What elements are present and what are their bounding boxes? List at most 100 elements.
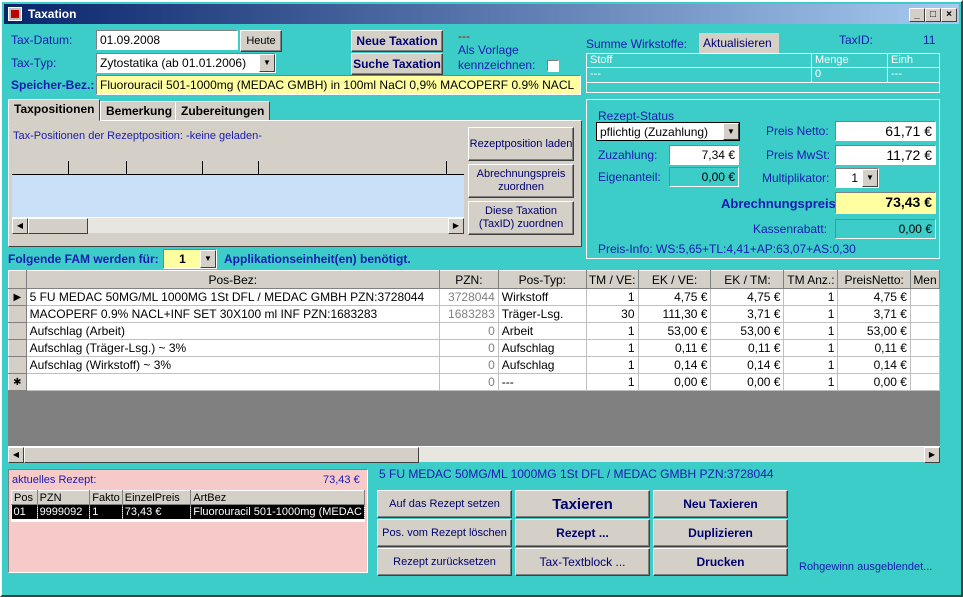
grid-cell[interactable]: 0,14 € (638, 356, 712, 374)
grid-cell[interactable]: 0,00 € (710, 373, 785, 391)
neue-taxation-button[interactable]: Neue Taxation (351, 30, 443, 52)
aktualisieren-button[interactable]: Aktualisieren (699, 33, 779, 53)
rez-col-pzn[interactable]: PZN (36, 490, 91, 505)
heute-button[interactable]: Heute (240, 30, 282, 52)
grid-cell[interactable]: 1 (586, 356, 639, 374)
tax-typ-select[interactable]: Zytostatika (ab 01.01.2006) ▼ (96, 53, 276, 73)
multiplikator-select[interactable]: 1 ▼ (835, 168, 879, 188)
grid-cell[interactable]: Träger-Lsg. (498, 305, 587, 323)
close-button[interactable]: × (941, 8, 957, 22)
table-row[interactable]: ✱ 0 --- 1 0,00 €0,00 €1 0,00 € (8, 373, 940, 391)
col-menge[interactable]: Men (909, 270, 940, 289)
scroll-right-icon[interactable]: ▶ (448, 218, 464, 234)
row-selector[interactable] (8, 356, 27, 374)
fam-select[interactable]: 1 ▼ (163, 249, 217, 269)
col-tm-ve[interactable]: TM / VE: (585, 270, 639, 289)
grid-cell[interactable] (910, 322, 940, 340)
grid-cell[interactable]: 53,00 € (837, 322, 911, 340)
maximize-button[interactable]: □ (925, 8, 941, 22)
grid-cell[interactable]: 0,11 € (837, 339, 911, 357)
col-pos-typ[interactable]: Pos-Typ: (497, 270, 587, 289)
grid-cell[interactable]: 111,30 € (638, 305, 712, 323)
chevron-down-icon[interactable]: ▼ (200, 250, 216, 268)
table-row[interactable]: Aufschlag (Arbeit) 0 Arbeit 1 53,00 €53,00 €… (8, 322, 940, 340)
tab-bemerkung[interactable]: Bemerkung (100, 101, 179, 121)
rezept-status-select[interactable]: pflichtig (Zuzahlung) ▼ (596, 122, 740, 141)
minimize-button[interactable]: _ (909, 8, 925, 22)
grid-cell[interactable] (910, 373, 940, 391)
table-row[interactable]: Aufschlag (Wirkstoff) ~ 3% 0 Aufschlag 1 0,1… (8, 356, 940, 374)
tax-datum-input[interactable]: 01.09.2008 (96, 30, 238, 50)
grid-cell[interactable] (26, 373, 441, 391)
grid-cell[interactable]: 0,00 € (638, 373, 712, 391)
taxpositionen-grid[interactable]: Pos-Bez: PZN: Pos-Typ: TM / VE: EK / VE:… (8, 270, 940, 448)
grid-cell[interactable]: 0,11 € (710, 339, 785, 357)
row-selector[interactable] (8, 339, 27, 357)
col-tm-anz[interactable]: TM Anz.: (783, 270, 839, 289)
scroll-thumb[interactable] (28, 218, 88, 234)
abrechnungspreis-zuordnen-button[interactable]: Abrechnungspreis zuordnen (468, 164, 574, 198)
grid-cell[interactable]: 1 (586, 339, 639, 357)
chevron-down-icon[interactable]: ▼ (259, 54, 275, 72)
zuzahlung-field[interactable]: 7,34 € (669, 145, 739, 165)
grid-cell[interactable]: 1 (586, 288, 639, 306)
grid-cell[interactable]: 1 (586, 322, 639, 340)
table-row[interactable]: ▶ 5 FU MEDAC 50MG/ML 1000MG 1St DFL / MED… (8, 288, 940, 306)
grid-cell[interactable] (910, 305, 940, 323)
col-pzn[interactable]: PZN: (439, 270, 499, 289)
taxid-zuordnen-button[interactable]: Diese Taxation (TaxID) zuordnen (468, 201, 574, 235)
drucken-button[interactable]: Drucken (653, 548, 788, 576)
vorlage-checkbox[interactable] (547, 60, 559, 72)
row-selector[interactable]: ✱ (8, 373, 27, 391)
grid-cell[interactable]: Wirkstoff (498, 288, 587, 306)
grid-cell[interactable]: MACOPERF 0.9% NACL+INF SET 30X100 ml INF… (26, 305, 441, 323)
grid-cell[interactable]: 1 (783, 288, 839, 306)
rezept-row[interactable]: 01 9999092 1 73,43 € Fluorouracil 501-10… (11, 504, 365, 519)
neu-taxieren-button[interactable]: Neu Taxieren (653, 490, 788, 518)
grid-cell[interactable]: 1683283 (439, 305, 499, 323)
grid-cell[interactable]: 4,75 € (837, 288, 911, 306)
grid-cell[interactable]: 1 (783, 356, 839, 374)
rez-col-artbez[interactable]: ArtBez (190, 490, 365, 505)
taxieren-button[interactable]: Taxieren (515, 490, 650, 518)
scroll-left-icon[interactable]: ◀ (8, 447, 24, 463)
auf-rezept-setzen-button[interactable]: Auf das Rezept setzen (377, 490, 512, 518)
grid-cell[interactable]: Aufschlag (Wirkstoff) ~ 3% (26, 356, 441, 374)
grid-cell[interactable]: Aufschlag (498, 356, 587, 374)
grid-cell[interactable]: 1 (783, 339, 839, 357)
col-ek-ve[interactable]: EK / VE: (637, 270, 712, 289)
rez-col-fakto[interactable]: Fakto (89, 490, 123, 505)
grid-cell[interactable]: 1 (586, 373, 639, 391)
speicher-bez-input[interactable]: Fluorouracil 501-1000mg (MEDAC GMBH) in … (96, 75, 581, 95)
grid-cell[interactable]: 0,11 € (638, 339, 712, 357)
table-row[interactable]: MACOPERF 0.9% NACL+INF SET 30X100 ml INF… (8, 305, 940, 323)
grid-cell[interactable]: Aufschlag (498, 339, 587, 357)
grid-cell[interactable]: 3,71 € (710, 305, 785, 323)
rezept-zuruecksetzen-button[interactable]: Rezept zurücksetzen (377, 548, 512, 576)
grid-cell[interactable] (910, 356, 940, 374)
grid-cell[interactable]: --- (498, 373, 587, 391)
grid-cell[interactable]: 1 (783, 322, 839, 340)
scroll-right-icon[interactable]: ▶ (924, 447, 940, 463)
pos-loeschen-button[interactable]: Pos. vom Rezept löschen (377, 519, 512, 547)
chevron-down-icon[interactable]: ▼ (862, 169, 878, 187)
tab-zubereitungen[interactable]: Zubereitungen (175, 101, 271, 121)
grid-cell[interactable]: 1 (783, 305, 839, 323)
grid-cell[interactable]: Arbeit (498, 322, 587, 340)
tab-taxpositionen[interactable]: Taxpositionen (8, 99, 101, 121)
grid-cell[interactable]: 0,14 € (710, 356, 785, 374)
grid-cell[interactable]: Aufschlag (Arbeit) (26, 322, 441, 340)
grid-cell[interactable]: 0,00 € (837, 373, 911, 391)
grid-cell[interactable] (910, 339, 940, 357)
grid-cell[interactable]: 53,00 € (638, 322, 712, 340)
table-row[interactable]: Aufschlag (Träger-Lsg.) ~ 3% 0 Aufschlag 1 0… (8, 339, 940, 357)
row-selector[interactable]: ▶ (8, 288, 27, 306)
rezept-list[interactable]: Pos PZN Fakto EinzelPreis ArtBez 01 9999… (11, 490, 365, 522)
col-ek-tm[interactable]: EK / TM: (710, 270, 785, 289)
grid-cell[interactable]: 3728044 (439, 288, 499, 306)
taxpos-list[interactable] (12, 161, 464, 217)
grid-cell[interactable]: 0 (439, 356, 499, 374)
grid-cell[interactable]: 4,75 € (638, 288, 712, 306)
col-preis-netto[interactable]: PreisNetto: (837, 270, 911, 289)
scroll-left-icon[interactable]: ◀ (12, 218, 28, 234)
